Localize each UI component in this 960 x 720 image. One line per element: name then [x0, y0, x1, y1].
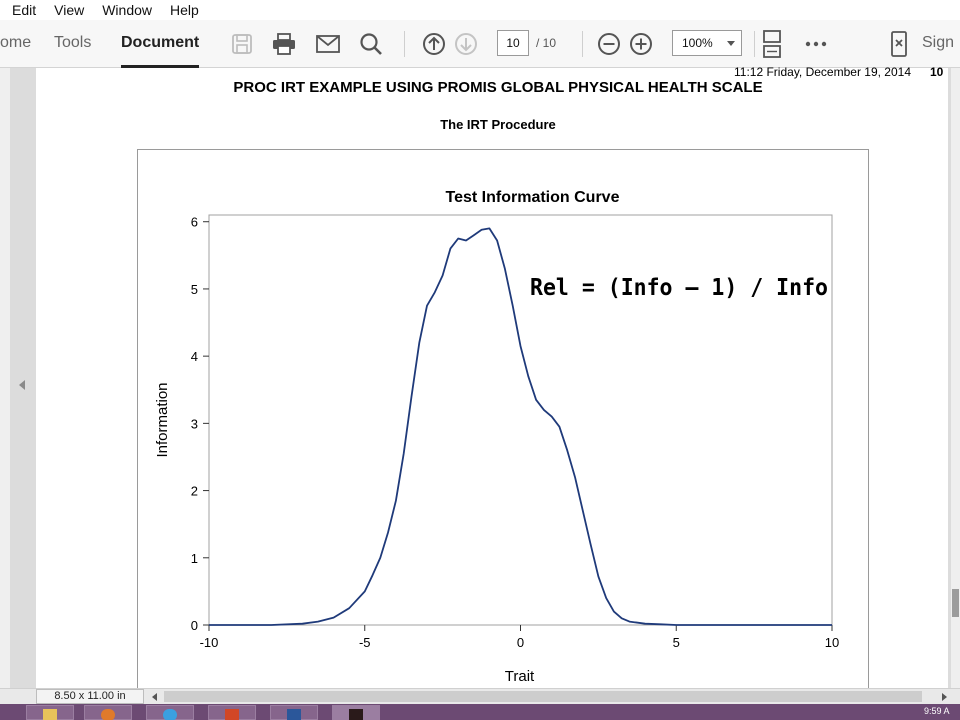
x-tick-label: 10 [825, 635, 839, 650]
chart-title: Test Information Curve [446, 189, 620, 206]
menu-window[interactable]: Window [92, 0, 160, 20]
x-tick-label: 0 [517, 635, 524, 650]
menu-view[interactable]: View [44, 0, 92, 20]
print-icon[interactable] [270, 30, 298, 58]
toolbar-separator [404, 31, 405, 57]
taskbar-word[interactable] [270, 705, 318, 720]
vertical-scroll-thumb[interactable] [952, 589, 959, 617]
y-tick-label: 6 [191, 215, 198, 230]
folder-icon [43, 709, 57, 720]
search-icon[interactable] [357, 30, 385, 58]
status-bar: 8.50 x 11.00 in [0, 688, 960, 704]
x-axis-label: Trait [505, 668, 535, 685]
document-subtitle: The IRT Procedure [440, 117, 556, 132]
acrobat-icon [349, 709, 363, 720]
taskbar: 9:59 A [0, 704, 960, 720]
save-icon[interactable] [228, 30, 256, 58]
toolbar-separator [582, 31, 583, 57]
firefox-icon [101, 709, 115, 720]
arrow-down-circle-icon[interactable] [452, 30, 480, 58]
x-tick-label: -5 [359, 635, 371, 650]
horizontal-scrollbar[interactable] [164, 691, 922, 702]
taskbar-powerpoint[interactable] [208, 705, 256, 720]
taskbar-ie[interactable] [146, 705, 194, 720]
left-panel-edge [0, 68, 10, 688]
minus-circle-icon[interactable] [595, 30, 623, 58]
document-title: PROC IRT EXAMPLE USING PROMIS GLOBAL PHY… [233, 79, 763, 96]
test-information-chart: Test Information Curve -10 -5 0 5 10 0 1 2 3 4 5 6 Tr… [154, 189, 839, 685]
page-header-timestamp: 11:12 Friday, December 19, 2014 [734, 65, 911, 79]
plus-circle-icon[interactable] [627, 30, 655, 58]
taskbar-clock: 9:59 A [924, 706, 950, 716]
toolbar-separator [754, 31, 755, 57]
page-size-label: 8.50 x 11.00 in [36, 689, 144, 704]
pdf-viewer-window: Edit View Window Help ome Tools Document [0, 0, 960, 720]
y-tick-label: 2 [191, 484, 198, 499]
y-tick-label: 3 [191, 416, 198, 431]
menu-help[interactable]: Help [160, 0, 207, 20]
arrow-up-circle-icon[interactable] [420, 30, 448, 58]
taskbar-firefox[interactable] [84, 705, 132, 720]
zoom-select[interactable]: 100% [672, 30, 742, 56]
graph-frame: Test Information Curve -10 -5 0 5 10 0 1 2 3 4 5 6 Tr… [137, 149, 869, 694]
y-tick-label: 4 [191, 349, 198, 364]
tab-home[interactable]: ome [0, 20, 31, 68]
word-icon [287, 709, 301, 720]
x-tick-label: 5 [673, 635, 680, 650]
zoom-value: 100% [682, 36, 713, 50]
page-total-label: / 10 [536, 36, 557, 50]
page-header-number: 10 [930, 65, 944, 79]
y-tick-label: 5 [191, 282, 198, 297]
tab-sign[interactable]: Sign [922, 20, 954, 68]
menu-bar: Edit View Window Help [0, 0, 960, 20]
tab-tools[interactable]: Tools [54, 20, 91, 68]
fill-sign-icon[interactable] [885, 30, 913, 58]
scroll-right-icon[interactable] [942, 693, 947, 701]
reliability-formula-annotation: Rel = (Info – 1) / Info [530, 275, 828, 301]
vertical-scrollbar[interactable] [951, 68, 960, 688]
more-icon[interactable] [802, 30, 830, 58]
chevron-down-icon [727, 41, 735, 46]
toolbar: ome Tools Document [0, 20, 960, 68]
scroll-left-icon[interactable] [152, 693, 157, 701]
y-tick-label: 1 [191, 551, 198, 566]
tab-document[interactable]: Document [121, 20, 200, 68]
y-tick-label: 0 [191, 618, 198, 633]
browser-icon [163, 709, 177, 720]
taskbar-explorer[interactable] [26, 705, 74, 720]
taskbar-acrobat[interactable] [332, 705, 380, 720]
fit-page-icon[interactable] [758, 30, 786, 58]
page-number-input[interactable]: 10 [497, 30, 529, 56]
collapse-left-panel-icon[interactable] [19, 380, 25, 390]
mail-icon[interactable] [314, 30, 342, 58]
menu-edit[interactable]: Edit [0, 0, 44, 20]
y-axis-label: Information [154, 382, 171, 457]
powerpoint-icon [225, 709, 239, 720]
x-tick-label: -10 [200, 635, 219, 650]
